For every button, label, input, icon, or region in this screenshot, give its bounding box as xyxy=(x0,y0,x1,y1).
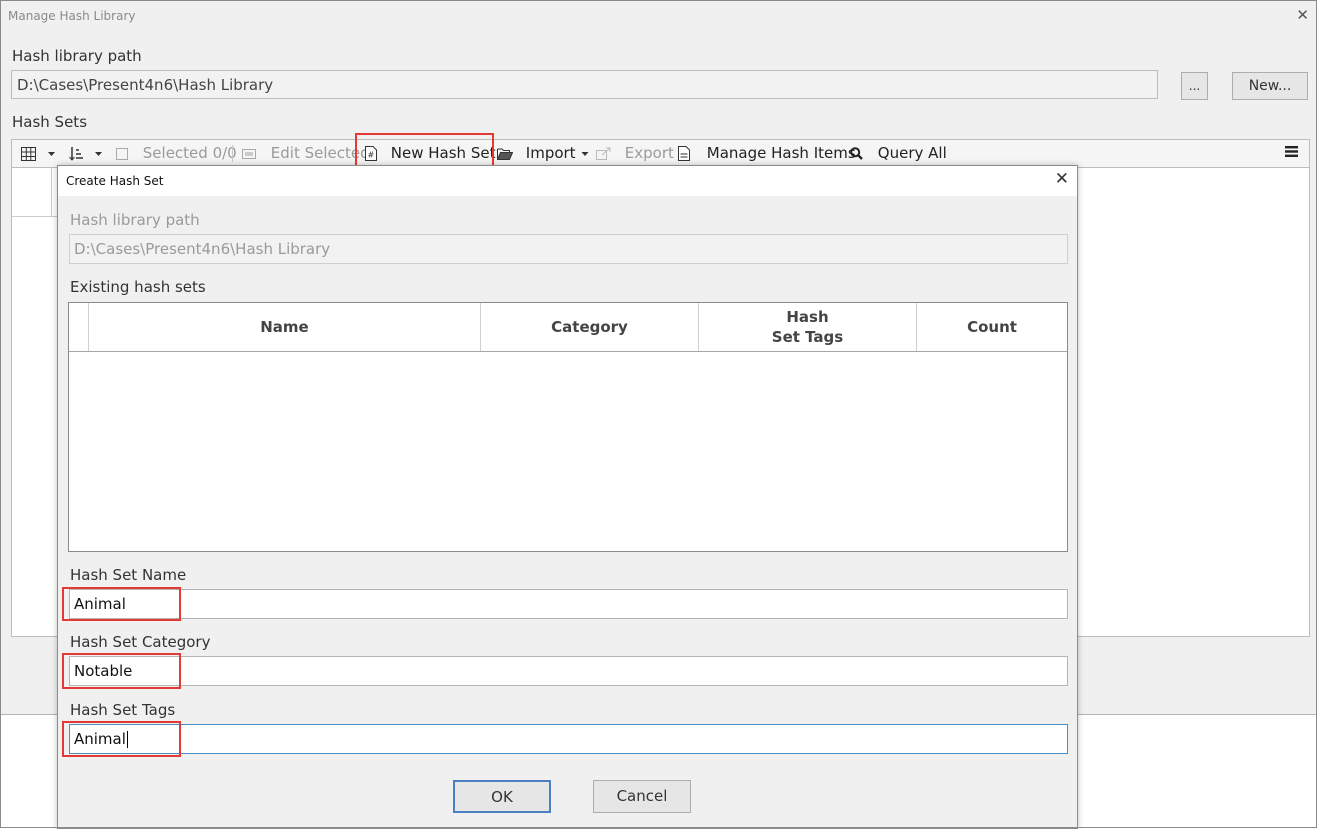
sort-icon xyxy=(69,147,83,161)
table-header: Name Category Hash Set Tags Count xyxy=(69,303,1067,352)
hash-library-path-label: Hash library path xyxy=(12,47,142,65)
manage-hash-items-button[interactable]: Manage Hash Items xyxy=(678,140,856,167)
window-title: Manage Hash Library xyxy=(8,9,136,23)
document-icon xyxy=(678,146,690,161)
import-label: Import xyxy=(525,144,576,162)
dialog-library-path-label: Hash library path xyxy=(70,211,200,229)
hash-library-path-field[interactable]: D:\Cases\Present4n6\Hash Library xyxy=(11,70,1158,99)
column-header-name[interactable]: Name xyxy=(89,303,481,351)
export-icon xyxy=(596,147,611,160)
hamburger-menu-icon[interactable] xyxy=(1285,145,1298,162)
existing-hash-sets-table[interactable]: Name Category Hash Set Tags Count xyxy=(68,302,1068,552)
window-close-icon[interactable]: ✕ xyxy=(1296,6,1309,24)
grid-divider xyxy=(12,216,58,217)
new-hash-set-label: New Hash Set xyxy=(390,144,496,162)
hash-set-category-label: Hash Set Category xyxy=(70,633,211,651)
hash-set-category-input[interactable]: Notable xyxy=(69,656,1068,686)
chevron-down-icon xyxy=(94,151,102,156)
hash-set-tags-label: Hash Set Tags xyxy=(70,701,176,719)
hash-set-category-value: Notable xyxy=(74,662,133,680)
chevron-down-icon xyxy=(47,151,55,156)
dialog-library-path-field: D:\Cases\Present4n6\Hash Library xyxy=(69,234,1068,264)
sort-button[interactable] xyxy=(69,140,103,167)
svg-text:#: # xyxy=(368,151,375,160)
checkbox-icon xyxy=(116,147,128,160)
hash-set-name-label: Hash Set Name xyxy=(70,566,187,584)
column-header-count[interactable]: Count xyxy=(917,303,1067,351)
hash-file-icon: # xyxy=(365,146,377,161)
hash-sets-label: Hash Sets xyxy=(12,113,88,131)
row-selector-header xyxy=(69,303,89,351)
selected-count-label: Selected 0/0 xyxy=(142,144,237,162)
query-all-button[interactable]: Query All xyxy=(850,140,947,167)
grid-view-button[interactable] xyxy=(21,140,56,167)
dialog-close-icon[interactable]: ✕ xyxy=(1055,169,1069,189)
query-all-label: Query All xyxy=(877,144,947,162)
open-folder-icon xyxy=(497,148,514,160)
existing-hash-sets-label: Existing hash sets xyxy=(70,278,206,296)
dialog-title: Create Hash Set xyxy=(66,174,164,188)
create-hash-set-dialog: Create Hash Set ✕ Hash library path D:\C… xyxy=(57,165,1078,829)
hash-set-name-input[interactable]: Animal xyxy=(69,589,1068,619)
column-header-hash-set-tags[interactable]: Hash Set Tags xyxy=(699,303,917,351)
text-caret xyxy=(126,731,128,748)
hash-set-tags-value: Animal xyxy=(74,730,126,748)
dialog-titlebar: Create Hash Set ✕ xyxy=(58,166,1077,196)
hash-set-name-value: Animal xyxy=(74,595,126,613)
hash-sets-toolbar: Selected 0/0 Edit Selected # New Hash Se… xyxy=(11,139,1310,168)
chevron-down-icon xyxy=(581,151,589,156)
column-header-category[interactable]: Category xyxy=(481,303,699,351)
grid-icon xyxy=(21,146,36,161)
new-hash-set-button[interactable]: # New Hash Set xyxy=(365,140,495,167)
ok-button[interactable]: OK xyxy=(453,780,551,813)
selected-toggle[interactable]: Selected 0/0 xyxy=(116,140,237,167)
grid-divider xyxy=(51,168,52,216)
export-label: Export xyxy=(624,144,674,162)
hash-set-tags-input[interactable]: Animal xyxy=(69,724,1068,754)
browse-button[interactable]: ... xyxy=(1181,72,1208,100)
edit-icon xyxy=(242,148,256,159)
edit-selected-button[interactable]: Edit Selected xyxy=(242,140,370,167)
export-button[interactable]: Export xyxy=(596,140,674,167)
manage-hash-items-label: Manage Hash Items xyxy=(706,144,856,162)
search-icon xyxy=(850,147,863,160)
cancel-button[interactable]: Cancel xyxy=(593,780,691,813)
edit-selected-label: Edit Selected xyxy=(270,144,370,162)
toolbar-separator xyxy=(232,145,233,162)
new-library-button[interactable]: New... xyxy=(1232,72,1308,100)
import-button[interactable]: Import xyxy=(497,140,589,167)
